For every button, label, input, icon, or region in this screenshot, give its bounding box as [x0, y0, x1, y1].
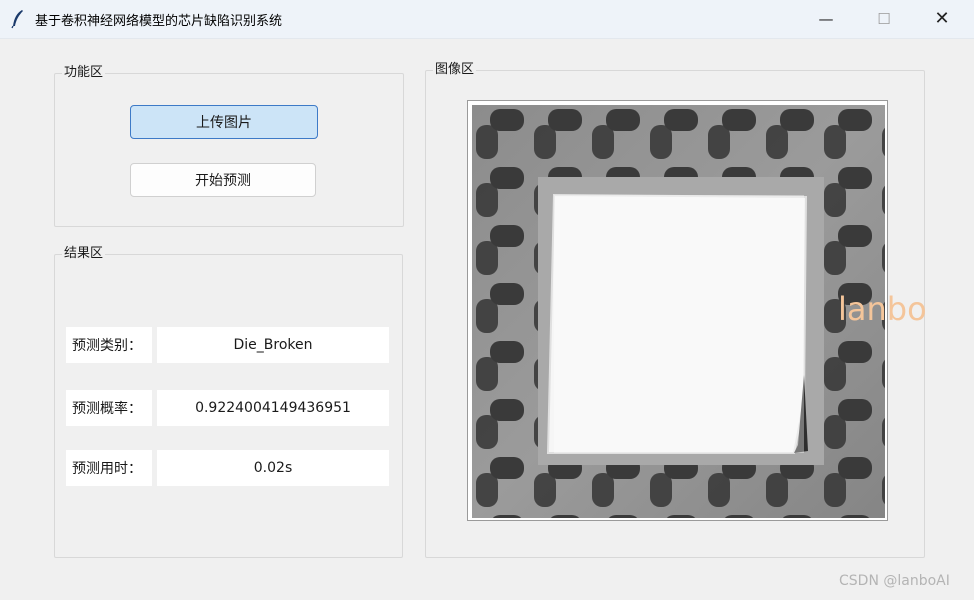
result-area-label: 结果区 — [62, 246, 106, 262]
maximize-button[interactable]: ☐ — [855, 0, 913, 38]
predicted-probability-value: 0.9224004149436951 — [157, 390, 389, 426]
lanbo-overlay-watermark: lanbo — [838, 290, 927, 328]
predicted-class-label: 预测类别： — [66, 327, 152, 363]
minimize-button[interactable]: — — [797, 0, 855, 38]
function-area-group: 功能区 — [54, 65, 404, 227]
feather-app-icon — [11, 10, 23, 29]
chip-defect-image — [472, 105, 885, 518]
window-title: 基于卷积神经网络模型的芯片缺陷识别系统 — [35, 14, 283, 29]
close-button[interactable]: ✕ — [913, 0, 971, 38]
csdn-watermark: CSDN @lanboAI — [839, 573, 950, 589]
predicted-time-value: 0.02s — [157, 450, 389, 486]
predicted-time-label: 预测用时： — [66, 450, 152, 486]
title-bar: 基于卷积神经网络模型的芯片缺陷识别系统 — ☐ ✕ — [0, 0, 974, 39]
image-area-label: 图像区 — [433, 62, 477, 78]
chip-image-frame — [467, 100, 888, 521]
function-area-label: 功能区 — [62, 65, 106, 81]
upload-image-button[interactable]: 上传图片 — [130, 105, 318, 139]
predicted-probability-label: 预测概率： — [66, 390, 152, 426]
start-predict-button[interactable]: 开始预测 — [130, 163, 316, 197]
predicted-class-value: Die_Broken — [157, 327, 389, 363]
